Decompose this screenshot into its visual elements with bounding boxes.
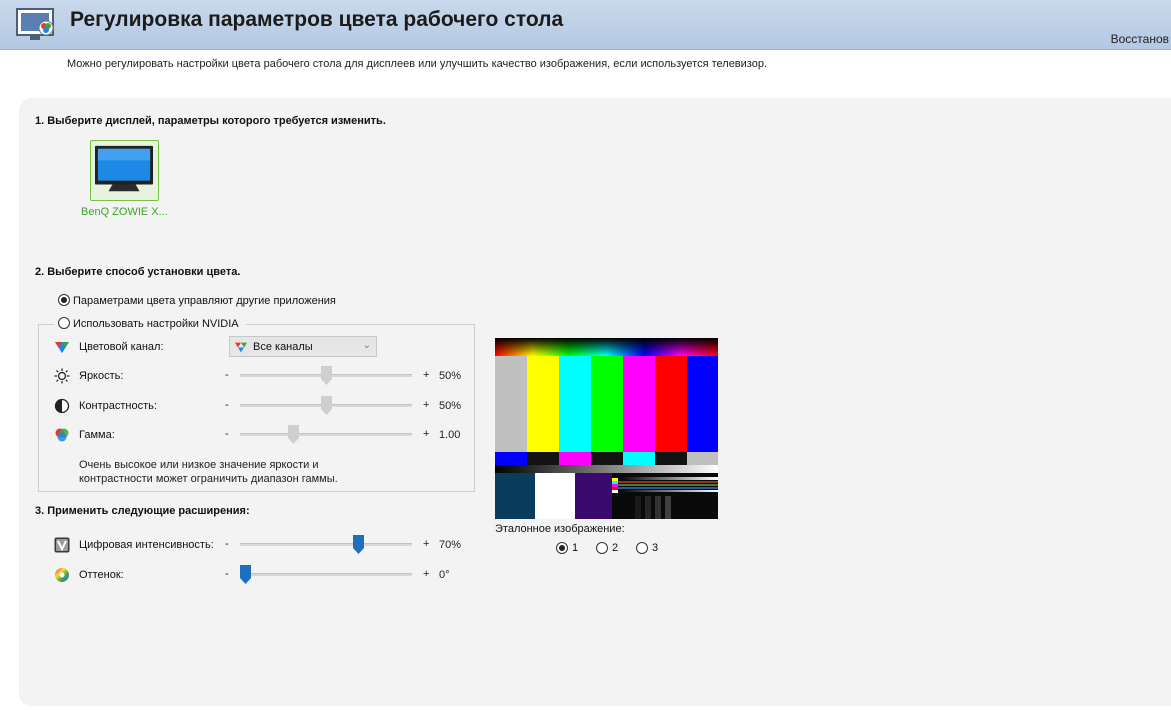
- gamma-minus[interactable]: -: [225, 428, 229, 440]
- reference-radio-2[interactable]: [596, 542, 608, 554]
- brightness-slider-thumb[interactable]: [320, 366, 332, 385]
- hue-minus[interactable]: -: [225, 568, 229, 580]
- contrast-minus[interactable]: -: [225, 399, 229, 411]
- gamma-slider-thumb[interactable]: [288, 425, 300, 444]
- reference-image-label: Эталонное изображение:: [495, 523, 625, 535]
- digital-vibrance-slider-thumb[interactable]: [352, 535, 364, 554]
- monitor-icon: [95, 145, 154, 192]
- reference-test-image: [495, 338, 718, 519]
- radio-other-apps[interactable]: [58, 294, 70, 306]
- color-channel-value: Все каналы: [253, 341, 313, 353]
- hue-plus[interactable]: +: [423, 568, 429, 580]
- contrast-plus[interactable]: +: [423, 399, 429, 411]
- all-channels-icon: [234, 342, 248, 353]
- color-channel-icon: [55, 342, 69, 353]
- gamma-plus[interactable]: +: [423, 428, 429, 440]
- hue-icon: [55, 568, 69, 582]
- page-description: Можно регулировать настройки цвета рабоч…: [67, 58, 768, 70]
- display-color-icon: [16, 8, 54, 40]
- hue-slider-thumb[interactable]: [240, 565, 251, 584]
- hue-label: Оттенок:: [79, 569, 124, 581]
- page-header: Регулировка параметров цвета рабочего ст…: [0, 0, 1171, 50]
- brightness-plus[interactable]: +: [423, 369, 429, 381]
- brightness-icon: [54, 368, 70, 384]
- brightness-label: Яркость:: [79, 370, 124, 382]
- gamma-label: Гамма:: [79, 429, 115, 441]
- color-channel-label: Цветовой канал:: [79, 341, 164, 353]
- digital-vibrance-minus[interactable]: -: [225, 538, 229, 550]
- contrast-label: Контрастность:: [79, 400, 157, 412]
- brightness-value: 50%: [439, 370, 462, 382]
- restore-defaults-link[interactable]: Восстанов: [1111, 32, 1169, 46]
- reference-radio-3[interactable]: [636, 542, 648, 554]
- digital-vibrance-value: 70%: [439, 539, 462, 551]
- gamma-icon: [55, 428, 69, 442]
- contrast-slider-thumb[interactable]: [320, 396, 332, 415]
- section3-heading: 3. Применить следующие расширения:: [35, 505, 250, 517]
- radio-other-apps-label[interactable]: Параметрами цвета управляют другие прило…: [73, 295, 336, 307]
- page-title: Регулировка параметров цвета рабочего ст…: [70, 8, 564, 31]
- color-channel-select[interactable]: Все каналы ⌄: [229, 336, 377, 357]
- digital-vibrance-icon: [54, 537, 70, 553]
- display-name-label[interactable]: BenQ ZOWIE X...: [81, 206, 168, 218]
- radio-nvidia-settings[interactable]: [58, 317, 70, 329]
- section2-heading: 2. Выберите способ установки цвета.: [35, 266, 241, 278]
- reference-radio-1[interactable]: [556, 542, 568, 554]
- brightness-minus[interactable]: -: [225, 369, 229, 381]
- reference-option-2[interactable]: 2: [612, 542, 618, 554]
- hue-value: 0°: [439, 569, 450, 581]
- contrast-value: 50%: [439, 400, 462, 412]
- digital-vibrance-label: Цифровая интенсивность:: [79, 539, 214, 551]
- contrast-icon: [54, 398, 70, 414]
- chevron-down-icon: ⌄: [362, 340, 371, 351]
- gamma-value: 1.00: [439, 429, 461, 441]
- gamma-range-note: Очень высокое или низкое значение яркост…: [79, 459, 338, 485]
- hue-track[interactable]: [240, 573, 412, 576]
- reference-option-3[interactable]: 3: [652, 542, 658, 554]
- gamma-track[interactable]: [240, 433, 412, 436]
- display-tile[interactable]: [90, 140, 159, 201]
- digital-vibrance-plus[interactable]: +: [423, 538, 429, 550]
- section1-heading: 1. Выберите дисплей, параметры которого …: [35, 115, 386, 127]
- digital-vibrance-track[interactable]: [240, 543, 412, 546]
- radio-nvidia-settings-label[interactable]: Использовать настройки NVIDIA: [73, 318, 239, 330]
- reference-option-1[interactable]: 1: [572, 542, 578, 554]
